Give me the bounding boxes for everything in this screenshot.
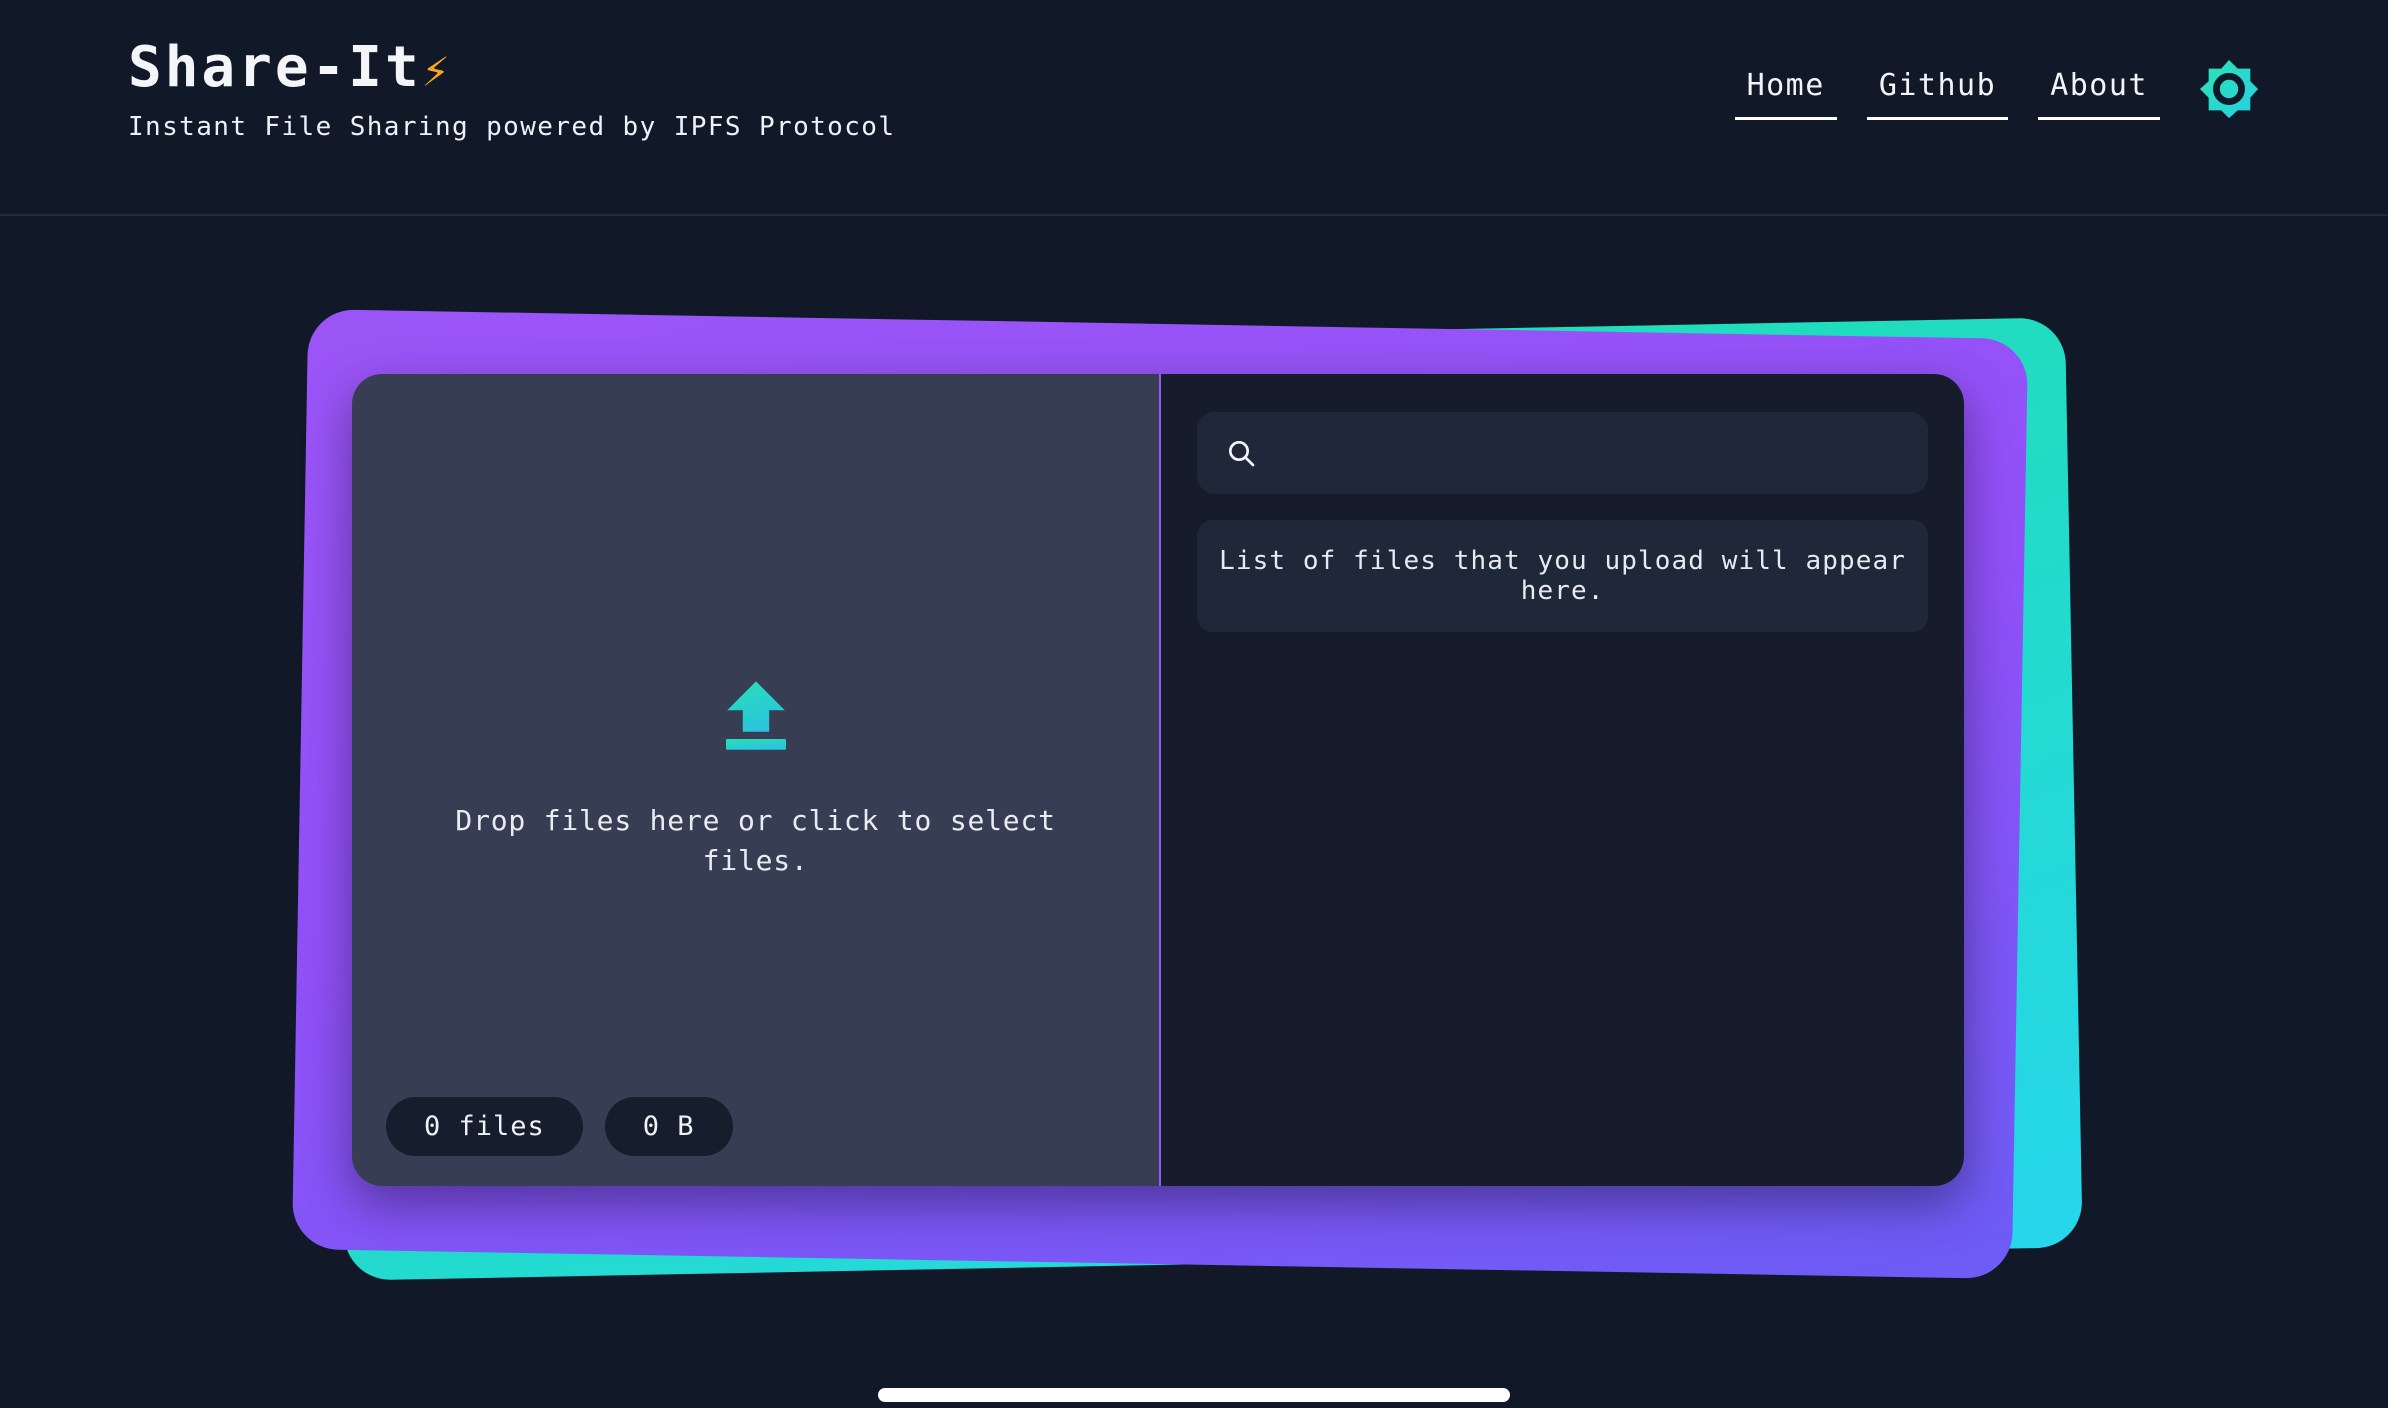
- nav-link-about[interactable]: About: [2038, 68, 2160, 120]
- brand: Share-It⚡ Instant File Sharing powered b…: [128, 35, 896, 143]
- file-list-panel: List of files that you upload will appea…: [1161, 374, 1964, 1186]
- file-dropzone[interactable]: Drop files here or click to select files…: [352, 374, 1162, 1186]
- search-icon: [1229, 441, 1255, 467]
- page-subtitle: Instant File Sharing powered by IPFS Pro…: [128, 112, 896, 143]
- page-title: Share-It⚡: [128, 35, 895, 100]
- main-content: Drop files here or click to select files…: [0, 216, 2388, 1408]
- total-size-badge: 0 B: [604, 1097, 733, 1156]
- share-panel: Drop files here or click to select files…: [352, 374, 1964, 1186]
- main-navigation: Home Github About: [1734, 59, 2260, 120]
- brightness-sun-icon[interactable]: [2198, 58, 2260, 120]
- card-stack: Drop files here or click to select files…: [291, 309, 2090, 1281]
- brightness-sun-icon-svg: [2199, 59, 2259, 119]
- nav-link-home[interactable]: Home: [1734, 68, 1837, 120]
- file-count-badge: 0 files: [386, 1097, 583, 1156]
- upload-arrow-icon: [725, 681, 786, 750]
- nav-link-github[interactable]: Github: [1866, 68, 2009, 120]
- dropzone-stats: 0 files 0 B: [386, 1097, 733, 1156]
- search-bar[interactable]: [1197, 412, 1928, 494]
- brand-title-text: Share-It: [128, 35, 422, 100]
- page-header: Share-It⚡ Instant File Sharing powered b…: [0, 0, 2388, 216]
- dropzone-prompt: Drop files here or click to select files…: [455, 803, 1056, 877]
- search-input[interactable]: [1277, 438, 1900, 468]
- horizontal-scrollbar-thumb[interactable]: [878, 1388, 1510, 1402]
- horizontal-scrollbar-track[interactable]: [0, 1380, 2388, 1408]
- high-voltage-icon: ⚡: [421, 43, 450, 97]
- file-list-empty-message: List of files that you upload will appea…: [1197, 520, 1928, 632]
